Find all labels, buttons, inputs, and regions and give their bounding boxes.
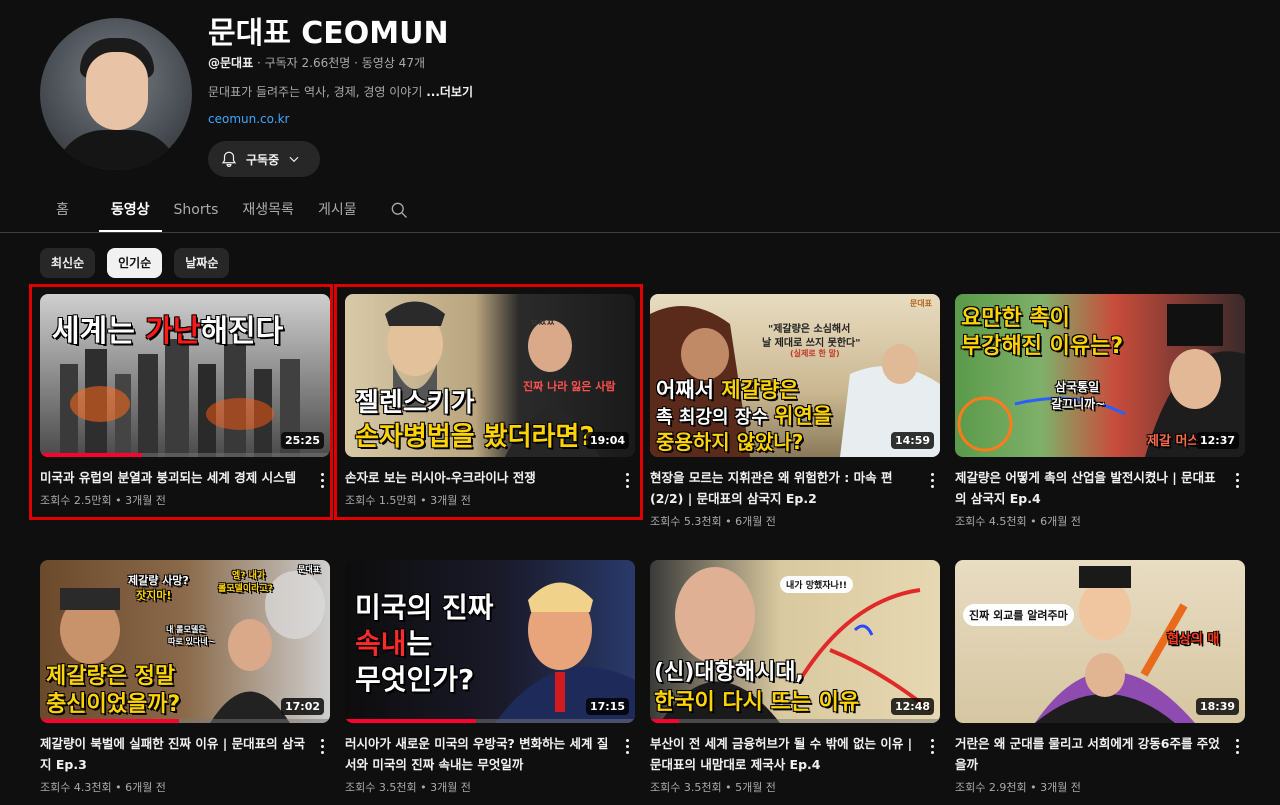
tab-shorts[interactable]: Shorts	[162, 188, 231, 232]
highlight-box	[29, 284, 333, 520]
video-thumbnail[interactable]: 진짜 외교를 알려주마 협상의 매 18:39	[955, 560, 1245, 723]
thumb-text: 날 제대로 쓰지 못한다"	[762, 338, 861, 349]
thumb-text: 촉 최강의 장수	[656, 407, 775, 428]
video-title[interactable]: 제갈량이 북벌에 실패한 진짜 이유 | 문대표의 삼국지 Ep.3	[40, 733, 308, 775]
video-thumbnail[interactable]: 문대표 "제갈량은 소심해서 날 제대로 쓰지 못한다" (실제로 한 말) 어…	[650, 294, 940, 457]
thumb-text: 중용하지 않았나?	[656, 430, 804, 454]
thumb-text: 롤모델이라고?	[218, 584, 273, 594]
highlight-box	[334, 284, 643, 520]
channel-avatar[interactable]	[40, 18, 192, 170]
channel-description[interactable]: 문대표가 들려주는 역사, 경제, 경영 이야기 ...더보기	[208, 83, 473, 100]
thumb-text-highlight: 속내	[355, 627, 407, 660]
watch-progress	[650, 719, 679, 723]
search-icon	[391, 202, 407, 218]
more-actions-icon[interactable]	[1229, 470, 1245, 490]
thumb-text: 는	[406, 627, 433, 660]
thumb-text: 협상의 매	[1167, 632, 1220, 647]
chevron-down-icon	[289, 156, 299, 163]
bell-icon	[221, 151, 237, 168]
video-meta: 조회수 4.3천회 • 6개월 전	[40, 781, 166, 794]
tab-home[interactable]: 홈	[44, 188, 81, 232]
video-meta: 조회수 3.5천회 • 3개월 전	[345, 781, 471, 794]
video-meta: 조회수 4.5천회 • 6개월 전	[955, 515, 1081, 528]
video-thumbnail[interactable]: 미국의 진짜 속내는 무엇인가? 17:15	[345, 560, 635, 723]
tab-videos[interactable]: 동영상	[98, 188, 162, 232]
thumb-text: 문대표	[297, 565, 320, 574]
tab-playlists[interactable]: 재생목록	[230, 188, 306, 232]
thumb-text: 제갈 머스	[1147, 434, 1200, 449]
chip-oldest[interactable]: 날짜순	[174, 248, 230, 278]
thumb-text: 갈끄니까~	[1051, 397, 1106, 411]
tab-posts[interactable]: 게시물	[306, 188, 369, 232]
video-duration: 17:02	[280, 698, 324, 715]
thumb-text-highlight: 위연을	[774, 404, 833, 428]
watch-progress-track	[650, 719, 940, 723]
thumb-text: 한국이 다시 뜨는 이유	[654, 690, 860, 715]
channel-link[interactable]: ceomun.co.kr	[208, 112, 289, 126]
channel-handle: @문대표	[208, 56, 254, 70]
more-actions-icon[interactable]	[1229, 736, 1245, 756]
video-meta: 조회수 5.3천회 • 6개월 전	[650, 515, 776, 528]
video-thumbnail[interactable]: 요만한 촉이 부강해진 이유는? 삼국통일 갈끄니까~ 제갈 머스 12:37	[955, 294, 1245, 457]
thumb-text: 문대표	[909, 299, 932, 308]
sort-chips: 최신순 인기순 날짜순	[40, 248, 230, 278]
video-title[interactable]: 러시아가 새로운 미국의 우방국? 변화하는 세계 질서와 미국의 진짜 속내는…	[345, 733, 613, 775]
channel-tabs: 홈 동영상 Shorts 재생목록 게시물	[40, 188, 409, 232]
thumb-text: 내 롤모델은	[166, 625, 206, 634]
subscribed-label: 구독중	[246, 152, 280, 167]
thumb-text: 무엇인가?	[355, 663, 475, 696]
more-link[interactable]: ...더보기	[426, 85, 473, 99]
video-thumbnail[interactable]: 문대표 제갈량 사망? 잣지마! 엥? 내가 롤모델이라고? 내 롤모델은 따로…	[40, 560, 330, 723]
thumb-text: 부강해진 이유는?	[961, 334, 1124, 359]
video-duration: 12:37	[1195, 432, 1239, 449]
channel-name: 문대표 CEOMUN	[208, 16, 449, 51]
more-actions-icon[interactable]	[619, 736, 635, 756]
video-duration: 18:39	[1195, 698, 1239, 715]
more-actions-icon[interactable]	[924, 736, 940, 756]
channel-stats: · 구독자 2.66천명 · 동영상 47개	[253, 56, 425, 70]
more-actions-icon[interactable]	[314, 736, 330, 756]
video-title[interactable]: 거란은 왜 군대를 물리고 서희에게 강동6주를 주었을까	[955, 733, 1223, 775]
channel-description-text: 문대표가 들려주는 역사, 경제, 경영 이야기	[208, 85, 427, 99]
thumb-text: 잣지마!	[136, 589, 172, 602]
thumb-text: 삼국통일	[1055, 380, 1100, 394]
chip-popular[interactable]: 인기순	[107, 248, 163, 278]
video-meta: 조회수 3.5천회 • 5개월 전	[650, 781, 776, 794]
video-title[interactable]: 부산이 전 세계 금융허브가 될 수 밖에 없는 이유 | 문대표의 내맘대로 …	[650, 733, 918, 775]
video-title[interactable]: 현장을 모르는 지휘관은 왜 위험한가 : 마속 편 (2/2) | 문대표의 …	[650, 467, 918, 509]
video-duration: 14:59	[890, 432, 934, 449]
video-title[interactable]: 제갈량은 어떻게 촉의 산업을 발전시켰나 | 문대표의 삼국지 Ep.4	[955, 467, 1223, 509]
thumb-text: 진짜 외교를 알려주마	[963, 604, 1074, 626]
subscribed-button[interactable]: 구독중	[208, 141, 320, 177]
thumb-text: 따로 있다네~	[168, 637, 215, 646]
tabs-divider	[0, 232, 1280, 233]
thumb-text: 충신이었을까?	[46, 692, 181, 717]
thumb-text: 어째서	[656, 378, 722, 402]
video-duration: 12:48	[890, 698, 934, 715]
more-actions-icon[interactable]	[924, 470, 940, 490]
thumb-text: "제갈량은 소심해서	[768, 324, 851, 335]
video-duration: 17:15	[585, 698, 629, 715]
thumb-text: 미국의 진짜	[355, 591, 494, 624]
watch-progress	[345, 719, 476, 723]
channel-meta: @문대표 · 구독자 2.66천명 · 동영상 47개	[208, 54, 425, 71]
thumb-text: 엥? 내가	[232, 571, 266, 581]
thumb-text: (실제로 한 말)	[790, 349, 840, 358]
thumb-text: 내가 망했자나!!	[780, 576, 854, 593]
watch-progress	[40, 719, 180, 723]
video-thumbnail[interactable]: 내가 망했자나!! (신)대항해시대, 한국이 다시 뜨는 이유 12:48	[650, 560, 940, 723]
chip-latest[interactable]: 최신순	[40, 248, 96, 278]
channel-search-button[interactable]	[389, 188, 409, 232]
video-meta: 조회수 2.9천회 • 3개월 전	[955, 781, 1081, 794]
thumb-text: 제갈량 사망?	[128, 574, 189, 587]
thumb-text: (신)대항해시대,	[654, 660, 804, 685]
thumb-text-highlight: 제갈량은	[721, 378, 799, 402]
